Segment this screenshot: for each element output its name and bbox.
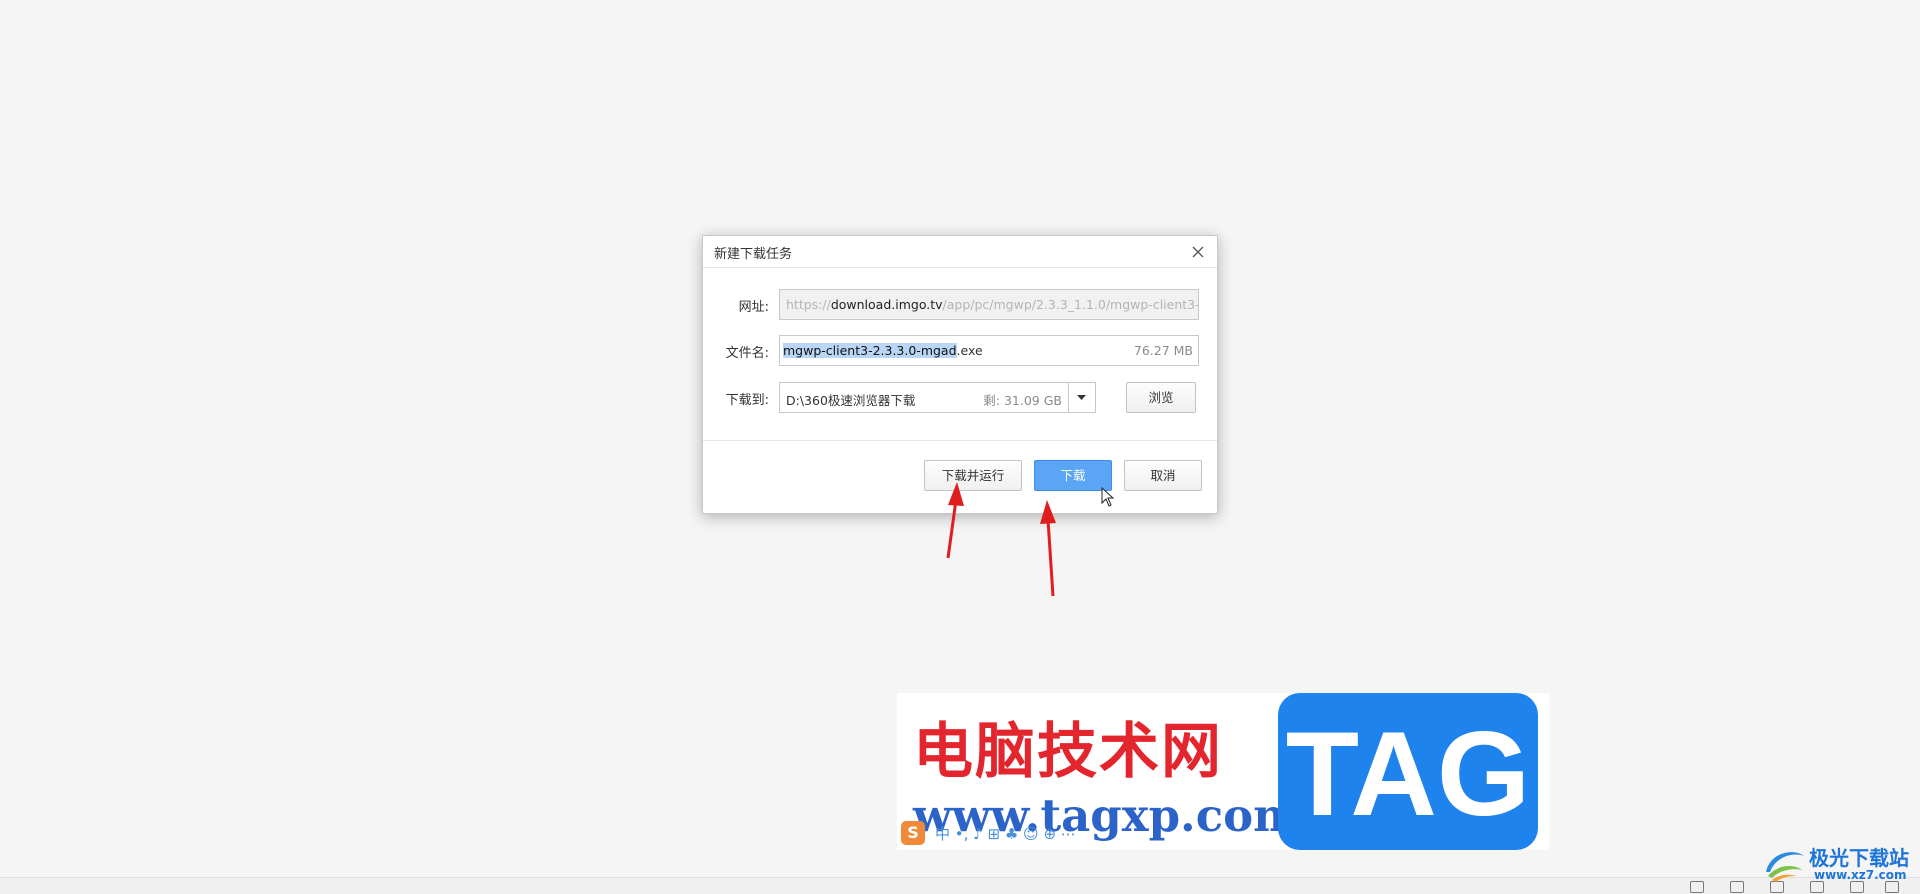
- corner-logo-url: www.xz7.com: [1814, 868, 1907, 882]
- url-prefix: https://: [786, 297, 831, 312]
- watermark-tag-text: TAG: [1285, 707, 1531, 841]
- footer-divider: [703, 440, 1217, 441]
- chevron-down-icon: [1077, 395, 1086, 400]
- ime-toolbar[interactable]: S 中 •, ♪ ⊞ ♣ ☺ ⊕ ⋯: [897, 818, 1137, 848]
- cancel-button[interactable]: 取消: [1124, 460, 1202, 491]
- corner-site-logo: 极光下载站 www.xz7.com: [1760, 840, 1920, 888]
- save-path: D:\360极速浏览器下载: [786, 393, 916, 408]
- filename-label: 文件名:: [725, 346, 769, 361]
- saveto-label: 下载到:: [725, 393, 769, 408]
- path-dropdown-button[interactable]: [1068, 383, 1095, 412]
- url-domain: download.imgo.tv: [830, 297, 943, 312]
- status-bar: [0, 877, 1920, 894]
- ime-status-icons: 中 •, ♪ ⊞ ♣ ☺ ⊕ ⋯: [935, 825, 1076, 843]
- close-icon: [1192, 246, 1204, 258]
- filename-input[interactable]: mgwp-client3-2.3.3.0-mgad.exe 76.27 MB: [779, 335, 1199, 366]
- save-path-select[interactable]: D:\360极速浏览器下载 剩: 31.09 GB: [779, 382, 1096, 413]
- free-space: 剩: 31.09 GB: [983, 393, 1062, 408]
- new-download-dialog: 新建下载任务 网址: https://download.imgo.tv/app/…: [702, 235, 1218, 514]
- ime-logo-icon: S: [901, 821, 925, 845]
- dialog-title: 新建下载任务: [714, 247, 793, 262]
- url-label: 网址:: [738, 300, 769, 315]
- title-divider: [703, 267, 1217, 268]
- browse-button[interactable]: 浏览: [1126, 382, 1196, 413]
- url-path: /app/pc/mgwp/2.3.3_1.1.0/mgwp-client3-2.…: [942, 297, 1199, 312]
- watermark-title: 电脑技术网: [913, 717, 1223, 787]
- filename-selected-text: mgwp-client3-2.3.3.0-mgad: [783, 343, 957, 358]
- file-size: 76.27 MB: [1133, 343, 1193, 358]
- heart-icon[interactable]: [1730, 881, 1744, 893]
- download-and-run-button[interactable]: 下载并运行: [924, 460, 1022, 491]
- arrow-to-download-button: [1040, 500, 1056, 597]
- watermark-tag-logo: TAG: [1278, 693, 1538, 850]
- filename-extension: .exe: [956, 343, 983, 358]
- aurora-logo-icon: [1766, 852, 1804, 882]
- share-icon[interactable]: [1690, 881, 1704, 893]
- corner-logo-title: 极光下载站: [1809, 846, 1909, 870]
- url-field[interactable]: https://download.imgo.tv/app/pc/mgwp/2.3…: [779, 289, 1199, 320]
- mouse-cursor-icon: [1101, 487, 1115, 507]
- close-button[interactable]: [1189, 243, 1207, 261]
